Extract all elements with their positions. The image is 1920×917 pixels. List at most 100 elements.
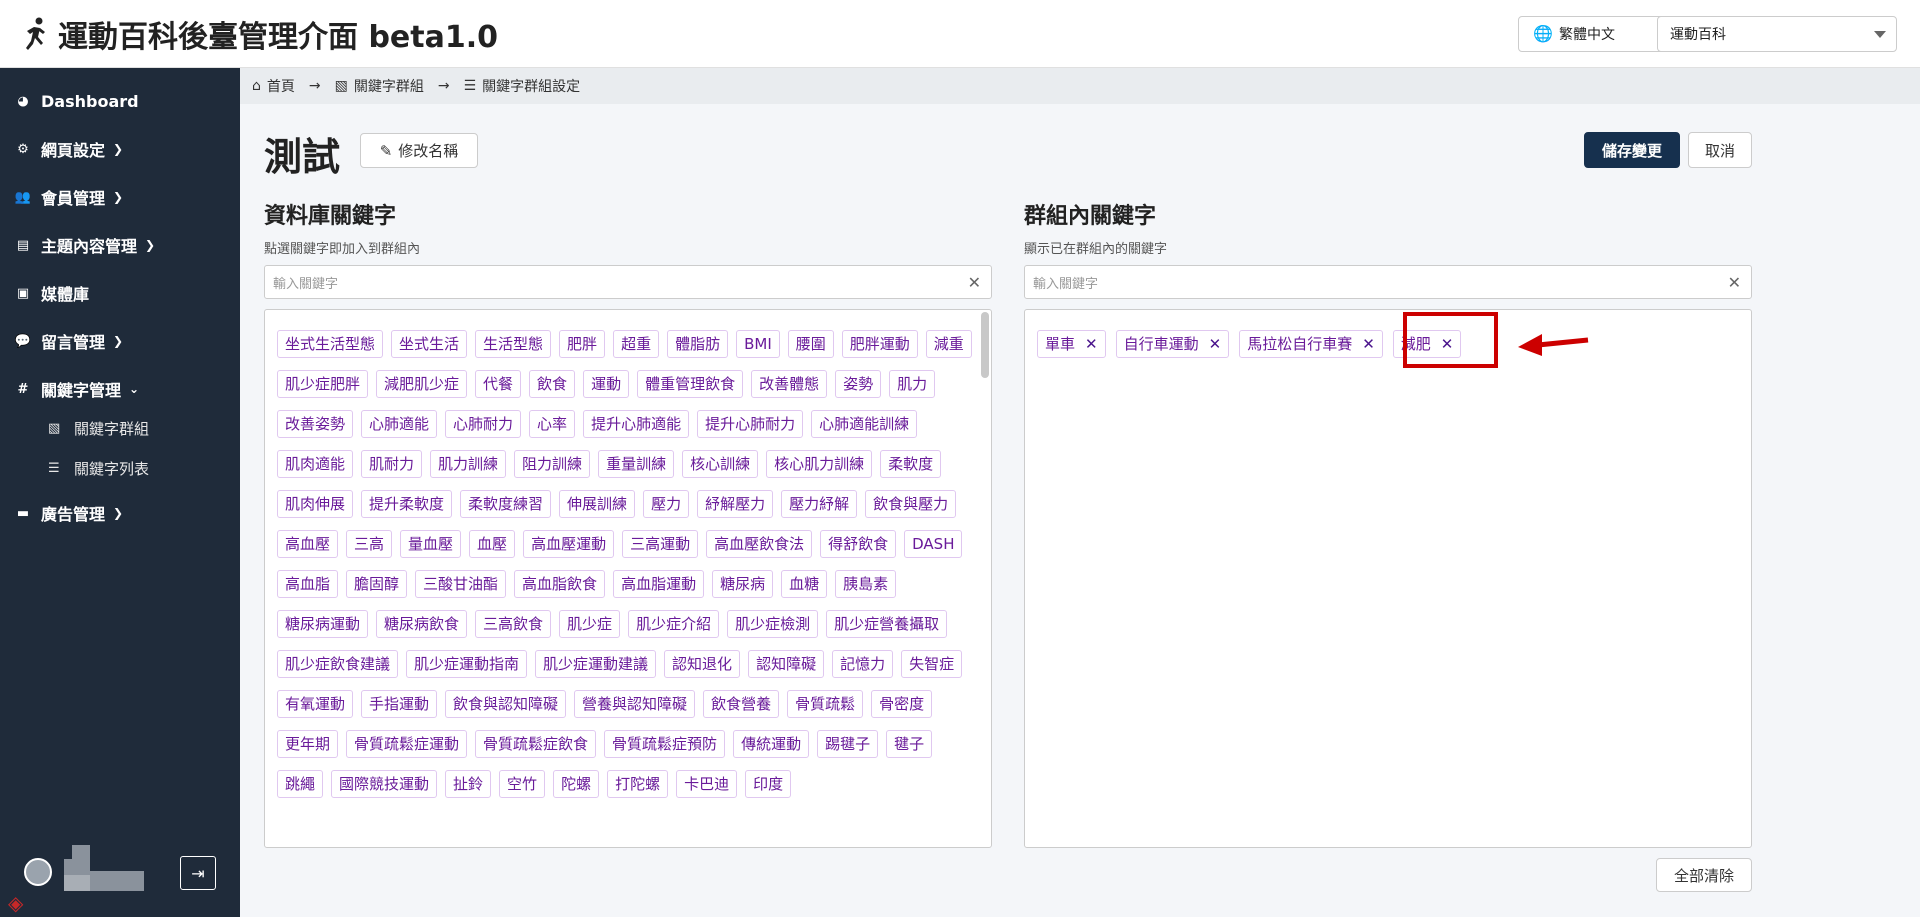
keyword-tag[interactable]: 高血脂 [277,570,339,598]
keyword-tag[interactable]: 三酸甘油酯 [415,570,507,598]
keyword-tag[interactable]: 傳統運動 [733,730,810,758]
keyword-tag[interactable]: 肥胖 [559,330,606,358]
group-search-input[interactable]: 輸入關鍵字 ✕ [1024,265,1752,299]
keyword-tag[interactable]: 高血脂運動 [613,570,705,598]
keyword-tag[interactable]: 心肺適能訓練 [811,410,918,438]
keyword-tag[interactable]: 飲食與認知障礙 [445,690,567,718]
keyword-tag[interactable]: 飲食與壓力 [865,490,957,518]
language-select[interactable]: 🌐 繁體中文 [1518,16,1680,52]
keyword-tag[interactable]: 更年期 [277,730,339,758]
keyword-tag[interactable]: 高血壓運動 [523,530,615,558]
keyword-tag[interactable]: 壓力紓解 [781,490,858,518]
keyword-tag[interactable]: 國際競技運動 [331,770,438,798]
keyword-tag[interactable]: 跳繩 [277,770,324,798]
app-logo[interactable]: 運動百科後臺管理介面 beta1.0 [22,12,498,56]
keyword-tag[interactable]: 減重 [925,330,972,358]
clear-all-button[interactable]: 全部清除 [1656,858,1752,892]
keyword-tag[interactable]: 代餐 [475,370,522,398]
keyword-tag[interactable]: 壓力 [643,490,690,518]
keyword-tag[interactable]: 核心肌力訓練 [766,450,873,478]
keyword-tag[interactable]: 骨質疏鬆 [787,690,864,718]
database-keyword-panel[interactable]: 坐式生活型態 坐式生活 生活型態 肥胖 超重 體脂肪 BMI 腰圍 肥胖運動 減重肌少症肥胖 減肥肌… [264,309,992,848]
keyword-tag[interactable]: 肌少症介紹 [628,610,720,638]
group-keyword-tag[interactable]: 自行車運動 ✕ [1115,330,1230,358]
keyword-tag[interactable]: 提升心肺適能 [583,410,690,438]
sidebar-item-content[interactable]: ▤ 主題內容管理 ❯ [0,225,240,265]
group-keyword-tag[interactable]: 單車 ✕ [1037,330,1106,358]
keyword-tag[interactable]: 心肺耐力 [445,410,522,438]
keyword-tag[interactable]: 肌少症運動建議 [535,650,657,678]
breadcrumb-group[interactable]: 關鍵字群組 [354,76,424,96]
keyword-tag[interactable]: 紓解壓力 [697,490,774,518]
sidebar-item-members[interactable]: 👥 會員管理 ❯ [0,177,240,217]
keyword-tag[interactable]: 骨質疏鬆症運動 [346,730,468,758]
keyword-tag[interactable]: 肌耐力 [361,450,423,478]
keyword-tag[interactable]: 柔軟度練習 [460,490,552,518]
keyword-tag[interactable]: 提升心肺耐力 [697,410,804,438]
keyword-tag[interactable]: 阻力訓練 [514,450,591,478]
logout-button[interactable]: ⇥ [180,856,216,890]
sidebar-item-keywords[interactable]: # 關鍵字管理 ⌄ [0,369,240,409]
keyword-tag[interactable]: BMI [736,330,780,358]
rename-button[interactable]: ✎ 修改名稱 [360,133,478,168]
keyword-tag[interactable]: DASH [904,530,963,558]
keyword-tag[interactable]: 卡巴迪 [676,770,738,798]
keyword-tag[interactable]: 骨質疏鬆症飲食 [475,730,597,758]
keyword-tag[interactable]: 體脂肪 [667,330,729,358]
keyword-tag[interactable]: 姿勢 [835,370,882,398]
sidebar-subitem-keyword-list[interactable]: ☰ 關鍵字列表 [48,451,149,485]
keyword-tag[interactable]: 糖尿病運動 [277,610,369,638]
keyword-tag[interactable]: 提升柔軟度 [361,490,453,518]
keyword-tag[interactable]: 手指運動 [361,690,438,718]
keyword-tag[interactable]: 空竹 [499,770,546,798]
keyword-tag[interactable]: 坐式生活 [391,330,468,358]
clear-icon[interactable]: ✕ [968,273,981,292]
keyword-tag[interactable]: 量血壓 [400,530,462,558]
keyword-tag[interactable]: 伸展訓練 [559,490,636,518]
keyword-tag[interactable]: 骨質疏鬆症預防 [604,730,726,758]
keyword-tag[interactable]: 肌少症肥胖 [277,370,369,398]
keyword-tag[interactable]: 糖尿病飲食 [376,610,468,638]
remove-icon[interactable]: ✕ [1362,334,1375,354]
keyword-tag[interactable]: 膽固醇 [346,570,408,598]
keyword-tag[interactable]: 柔軟度 [880,450,942,478]
keyword-tag[interactable]: 血糖 [781,570,828,598]
keyword-tag[interactable]: 高血脂飲食 [514,570,606,598]
keyword-tag[interactable]: 扯鈴 [445,770,492,798]
keyword-tag[interactable]: 記憶力 [832,650,894,678]
keyword-tag[interactable]: 心肺適能 [361,410,438,438]
keyword-tag[interactable]: 肌力 [889,370,936,398]
keyword-tag[interactable]: 毽子 [886,730,933,758]
keyword-tag[interactable]: 踢毽子 [817,730,879,758]
keyword-tag[interactable]: 血壓 [469,530,516,558]
keyword-tag[interactable]: 認知退化 [664,650,741,678]
keyword-tag[interactable]: 心率 [529,410,576,438]
keyword-tag[interactable]: 糖尿病 [712,570,774,598]
keyword-tag[interactable]: 運動 [583,370,630,398]
remove-icon[interactable]: ✕ [1085,334,1098,354]
group-keyword-tag[interactable]: 馬拉松自行車賽 ✕ [1239,330,1383,358]
keyword-tag[interactable]: 核心訓練 [682,450,759,478]
keyword-tag[interactable]: 腰圍 [787,330,834,358]
sidebar-subitem-keyword-groups[interactable]: ▧ 關鍵字群組 [48,411,149,445]
keyword-tag[interactable]: 肥胖運動 [841,330,918,358]
sidebar-item-website-settings[interactable]: ⚙ 網頁設定 ❯ [0,129,240,169]
sidebar-item-dashboard[interactable]: ◕ Dashboard [0,81,240,121]
keyword-tag[interactable]: 肌少症 [559,610,621,638]
keyword-tag[interactable]: 營養與認知障礙 [574,690,696,718]
scrollbar[interactable] [981,312,989,378]
keyword-tag[interactable]: 得舒飲食 [820,530,897,558]
keyword-tag[interactable]: 肌肉伸展 [277,490,354,518]
keyword-tag[interactable]: 有氧運動 [277,690,354,718]
database-search-input[interactable]: 輸入關鍵字 ✕ [264,265,992,299]
keyword-tag[interactable]: 飲食 [529,370,576,398]
keyword-tag[interactable]: 生活型態 [475,330,552,358]
keyword-tag[interactable]: 超重 [613,330,660,358]
keyword-tag[interactable]: 改善體態 [751,370,828,398]
keyword-tag[interactable]: 三高 [346,530,393,558]
clear-icon[interactable]: ✕ [1728,273,1741,292]
keyword-tag[interactable]: 坐式生活型態 [277,330,384,358]
keyword-tag[interactable]: 肌力訓練 [430,450,507,478]
keyword-tag[interactable]: 胰島素 [835,570,897,598]
keyword-tag[interactable]: 三高運動 [622,530,699,558]
